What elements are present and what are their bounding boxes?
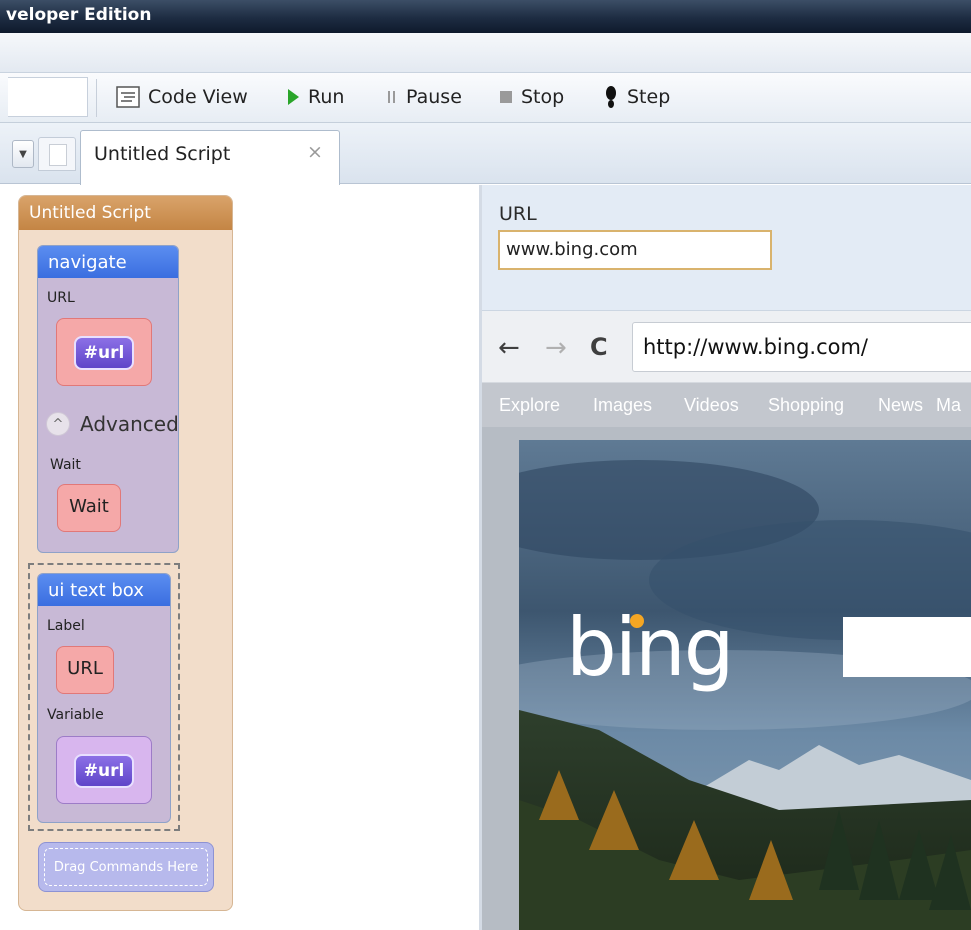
pause-button[interactable]: Pause	[386, 83, 462, 111]
bing-logo-dot	[630, 614, 644, 628]
bing-nav-more[interactable]: Ma	[936, 395, 961, 416]
bing-nav-videos[interactable]: Videos	[684, 395, 739, 416]
title-bar: veloper Edition	[0, 0, 971, 33]
app-window: { "window": { "title": "veloper Edition"…	[0, 0, 971, 930]
toolbar-separator	[96, 79, 97, 117]
menu-strip	[0, 33, 971, 73]
bing-search-input[interactable]	[843, 617, 971, 677]
navigate-wait-label: Wait	[50, 457, 81, 473]
bing-logo-text: bing	[566, 601, 734, 694]
forward-arrow-icon[interactable]: →	[545, 333, 567, 363]
stop-label: Stop	[521, 86, 565, 108]
script-header: Untitled Script	[19, 196, 232, 230]
close-icon[interactable]: ×	[307, 141, 323, 163]
code-view-label: Code View	[148, 86, 248, 108]
preview-url-label: URL	[499, 203, 537, 225]
play-icon	[286, 88, 300, 106]
wait-value: Wait	[69, 496, 109, 517]
toolbar-dropdown[interactable]	[8, 77, 88, 117]
advanced-toggle[interactable]: ^ Advanced	[46, 412, 179, 436]
ui-text-box-title-text: ui text box	[48, 580, 144, 601]
chevron-up-icon: ^	[46, 412, 70, 436]
footprint-icon	[603, 85, 619, 109]
drag-commands-label: Drag Commands Here	[44, 848, 208, 886]
code-view-button[interactable]: Code View	[116, 83, 248, 111]
toolbar: Code View Run Pause Stop Step	[0, 73, 971, 123]
pause-icon	[386, 89, 398, 105]
chevron-down-icon: ▼	[19, 148, 27, 160]
run-button[interactable]: Run	[286, 83, 344, 111]
ui-text-box-variable-label: Variable	[47, 707, 104, 723]
navigate-command-title: navigate	[38, 246, 178, 278]
tab-list-dropdown[interactable]: ▼	[12, 140, 34, 168]
step-label: Step	[627, 86, 671, 108]
drag-commands-drop-zone[interactable]: Drag Commands Here	[38, 842, 214, 892]
advanced-label: Advanced	[80, 412, 179, 436]
script-title: Untitled Script	[29, 203, 151, 223]
navigate-title-text: navigate	[48, 252, 127, 273]
navigate-url-label: URL	[47, 290, 75, 306]
variable-pill[interactable]: #url	[74, 754, 134, 788]
stop-icon	[499, 90, 513, 104]
preview-url-input[interactable]: www.bing.com	[498, 230, 772, 270]
reload-icon[interactable]: C	[590, 333, 608, 361]
stop-button[interactable]: Stop	[499, 83, 564, 111]
bing-logo: bing	[566, 608, 734, 688]
bing-nav-images[interactable]: Images	[593, 395, 652, 416]
bing-nav-explore[interactable]: Explore	[499, 395, 560, 416]
url-variable-pill[interactable]: #url	[74, 336, 134, 370]
bing-nav-shopping[interactable]: Shopping	[768, 395, 844, 416]
tab-untitled-script[interactable]: Untitled Script ×	[80, 130, 340, 185]
bing-nav-news[interactable]: News	[878, 395, 923, 416]
run-label: Run	[308, 86, 345, 108]
new-document-tab-button[interactable]	[38, 137, 76, 171]
browser-address-bar[interactable]: http://www.bing.com/	[632, 322, 971, 372]
ui-text-box-command-title: ui text box	[38, 574, 170, 606]
tab-label: Untitled Script	[94, 143, 231, 165]
code-view-icon	[116, 86, 140, 108]
window-title: veloper Edition	[6, 5, 152, 25]
back-arrow-icon[interactable]: ←	[498, 333, 520, 363]
label-value: URL	[67, 658, 103, 679]
step-button[interactable]: Step	[603, 83, 670, 111]
pause-label: Pause	[406, 86, 462, 108]
ui-text-box-label-label: Label	[47, 618, 85, 634]
